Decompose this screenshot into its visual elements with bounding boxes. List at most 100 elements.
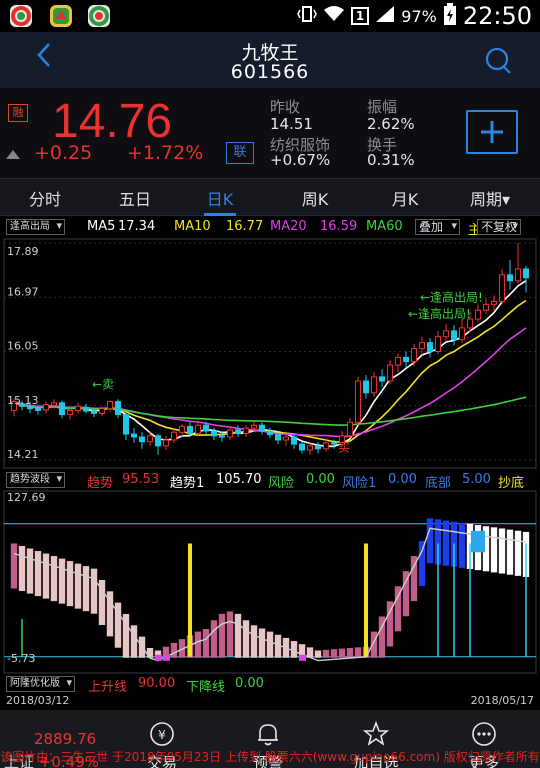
trend-bar bbox=[506, 529, 514, 575]
ma60-label: MA60 bbox=[366, 219, 403, 234]
trend-label: 趋势 bbox=[87, 476, 114, 491]
tab-five-day[interactable]: 五日 bbox=[95, 186, 175, 210]
trend-bar bbox=[266, 631, 274, 658]
trend-bar bbox=[346, 647, 354, 658]
overlay-dropdown[interactable]: 叠加 bbox=[415, 219, 461, 235]
y-tick-label: 15.13 bbox=[7, 394, 39, 407]
candle bbox=[75, 405, 81, 411]
kline-chart[interactable]: 17.89 16.97 16.05 15.13 14.21 ←卖 ←逢高出局! ←逢高出局! 买 bbox=[0, 238, 540, 470]
ma5-value: 17.34 bbox=[118, 219, 156, 234]
ma10-label: MA10 bbox=[174, 219, 211, 234]
tab-period[interactable]: 周期▾ bbox=[450, 186, 530, 210]
candle bbox=[331, 442, 337, 445]
osc-indicator-bar: 趋势波段 趋势 95.53 趋势1 105.70 风险 0.00 风险1 0.0… bbox=[0, 470, 540, 491]
candle bbox=[83, 407, 89, 412]
candle bbox=[275, 434, 281, 441]
candle bbox=[35, 407, 41, 411]
aroon-indicator-dropdown[interactable]: 阿隆优化版 bbox=[6, 676, 75, 692]
tab-intraday[interactable]: 分时 bbox=[5, 186, 85, 210]
candle bbox=[99, 408, 105, 414]
search-button[interactable] bbox=[484, 47, 511, 74]
candle bbox=[379, 376, 385, 382]
trend-bar bbox=[130, 625, 138, 658]
candle bbox=[259, 424, 265, 432]
trend-bar bbox=[426, 518, 434, 564]
trend1-value: 105.70 bbox=[216, 472, 262, 487]
add-watchlist-button[interactable] bbox=[466, 110, 518, 154]
kline-indicator-dropdown[interactable]: 逢高出局 bbox=[6, 219, 65, 235]
bottom-marker bbox=[155, 654, 162, 661]
candle bbox=[371, 376, 377, 394]
quote-panel: 融 14.76 +0.25 +1.72% 联 昨收 14.51 纺织服饰 +0.… bbox=[0, 88, 540, 178]
end-date: 2018/05/17 bbox=[470, 694, 534, 707]
candle bbox=[515, 268, 521, 282]
adjust-button[interactable]: 不复权 bbox=[477, 219, 522, 235]
candle bbox=[483, 303, 489, 311]
trend-bar bbox=[338, 648, 346, 658]
trend-bar bbox=[330, 649, 338, 658]
trend-bar bbox=[42, 553, 50, 599]
more-icon bbox=[472, 722, 496, 746]
candle bbox=[283, 436, 289, 441]
search-icon bbox=[485, 47, 511, 74]
trend-bar bbox=[202, 629, 210, 658]
active-tab-indicator bbox=[204, 213, 236, 216]
trend-value: 95.53 bbox=[122, 472, 160, 487]
linked-badge[interactable]: 联 bbox=[226, 142, 254, 164]
trend-bar bbox=[170, 642, 178, 658]
candle bbox=[243, 427, 249, 434]
trend-bar bbox=[250, 625, 258, 658]
bottom-block bbox=[471, 530, 485, 553]
margin-badge: 融 bbox=[8, 104, 28, 122]
turnover-value: 0.31% bbox=[367, 151, 415, 169]
ma5-label: MA5 bbox=[87, 219, 116, 234]
trend-bar bbox=[258, 628, 266, 658]
trend-oscillator-chart[interactable]: 127.69 -5.73 bbox=[0, 490, 540, 674]
trend-bar bbox=[74, 563, 82, 609]
candle bbox=[451, 330, 457, 341]
candle bbox=[403, 356, 409, 363]
candle bbox=[139, 436, 145, 443]
trade-icon: ¥ bbox=[150, 722, 174, 746]
candle bbox=[179, 425, 185, 433]
candle bbox=[251, 424, 257, 429]
start-date: 2018/03/12 bbox=[6, 694, 70, 707]
bottom-marker bbox=[299, 654, 306, 661]
y-tick-label: 16.97 bbox=[7, 285, 39, 298]
candle bbox=[211, 430, 217, 437]
trend-bar bbox=[226, 611, 234, 657]
trend-bar bbox=[10, 543, 18, 589]
candle bbox=[59, 402, 65, 416]
up-arrow-icon bbox=[6, 150, 20, 159]
osc-indicator-dropdown[interactable]: 趋势波段 bbox=[6, 472, 65, 488]
amplitude-value: 2.62% bbox=[367, 115, 415, 133]
osc-tick-label: 127.69 bbox=[7, 491, 46, 504]
tab-weekly-k[interactable]: 周K bbox=[275, 186, 355, 210]
sector-change: +0.67% bbox=[270, 151, 331, 169]
candle bbox=[115, 401, 121, 416]
stock-code: 601566 bbox=[230, 61, 310, 83]
candle bbox=[395, 356, 401, 366]
chart-annotation: ←逢高出局! bbox=[408, 306, 471, 321]
risk-label: 风险 bbox=[268, 476, 295, 491]
trend-bar bbox=[234, 613, 242, 658]
price-change-pct: +1.72% bbox=[127, 142, 204, 164]
trend-bar bbox=[514, 530, 522, 576]
ma20-line bbox=[13, 327, 527, 438]
trend-bar bbox=[26, 548, 34, 594]
candle bbox=[299, 443, 305, 451]
tab-monthly-k[interactable]: 月K bbox=[365, 186, 445, 210]
candle bbox=[91, 410, 97, 414]
trend-bar bbox=[34, 551, 42, 597]
candle bbox=[203, 424, 209, 432]
candle bbox=[523, 268, 529, 279]
candle bbox=[411, 348, 417, 363]
candle bbox=[219, 435, 225, 438]
index-value[interactable]: 2889.76 bbox=[34, 730, 96, 748]
amplitude-label: 振幅 bbox=[367, 98, 398, 116]
aroon-up-label: 上升线 bbox=[88, 680, 128, 695]
battery-icon bbox=[443, 3, 457, 29]
ma20-value: 16.59 bbox=[320, 219, 358, 234]
tab-daily-k[interactable]: 日K bbox=[180, 186, 260, 210]
bottom-nav: 2889.76 上证 +0.49% ¥ 交易 预警 加自选 更多 该图片由：三生… bbox=[0, 710, 540, 768]
